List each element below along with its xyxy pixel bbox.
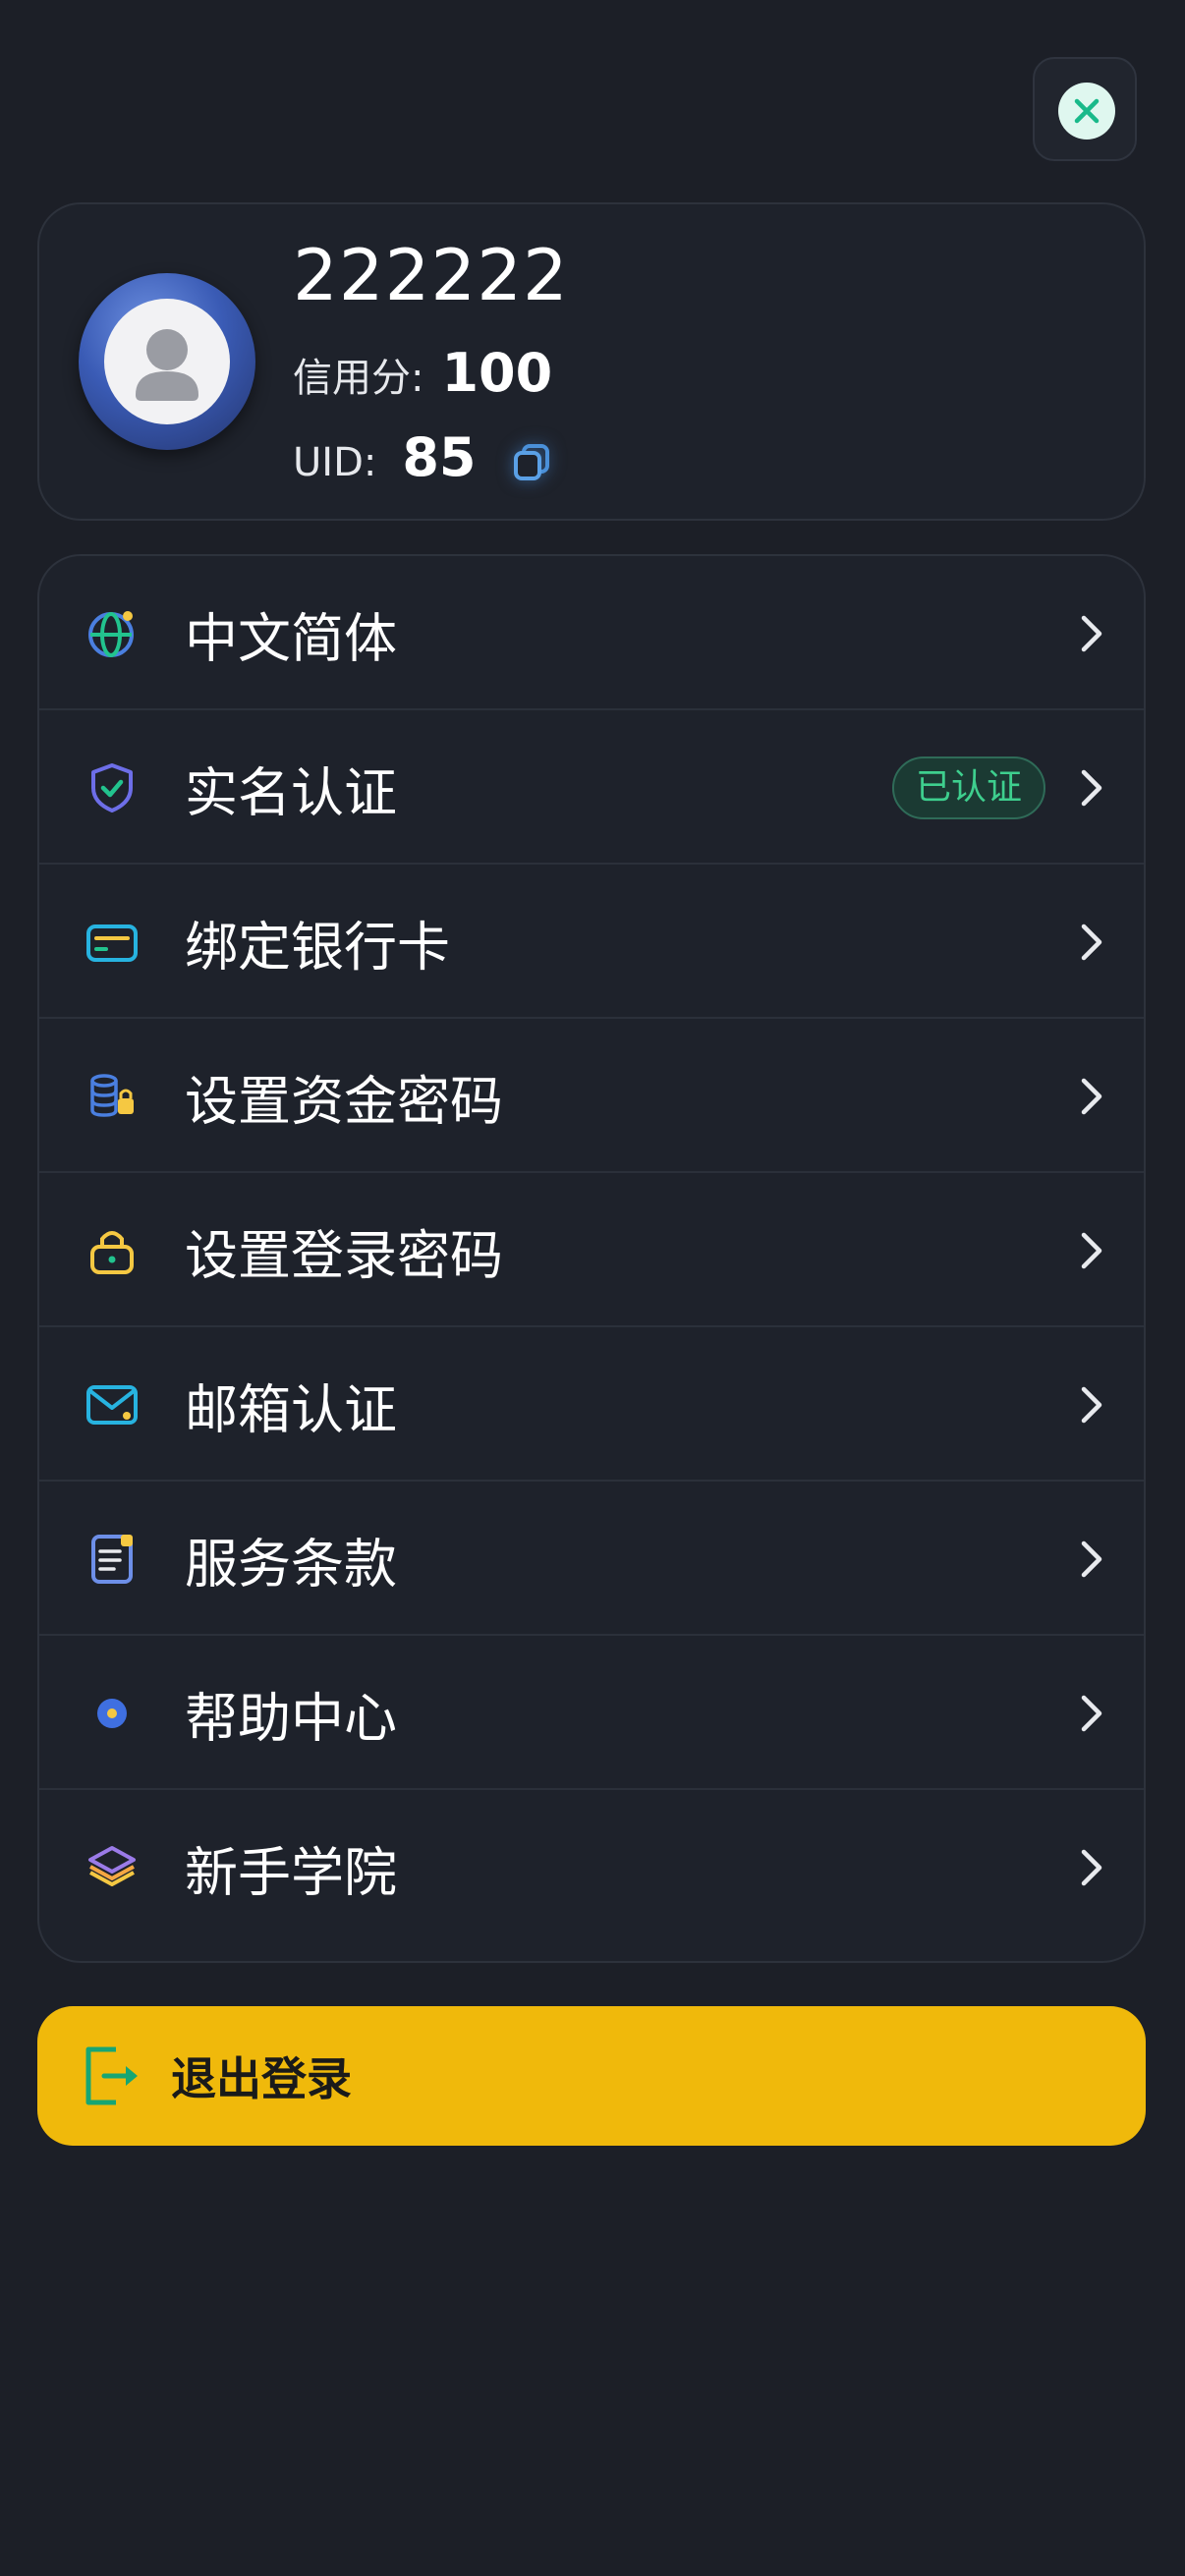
chevron-right-icon bbox=[1077, 919, 1106, 966]
copy-icon[interactable] bbox=[510, 440, 553, 483]
credit-value: 100 bbox=[441, 342, 553, 404]
uid-value: 85 bbox=[402, 426, 477, 488]
menu-item-fund-password[interactable]: 设置资金密码 bbox=[39, 1019, 1144, 1173]
menu-item-email-verification[interactable]: 邮箱认证 bbox=[39, 1327, 1144, 1482]
avatar bbox=[79, 273, 255, 450]
chevron-right-icon bbox=[1077, 764, 1106, 812]
menu-label-bind-bank-card: 绑定银行卡 bbox=[185, 916, 450, 978]
menu-label-fund-password: 设置资金密码 bbox=[185, 1070, 503, 1132]
menu-label-language: 中文简体 bbox=[185, 607, 397, 669]
globe-icon bbox=[85, 606, 140, 661]
chevron-right-icon bbox=[1077, 1536, 1106, 1583]
mail-icon bbox=[85, 1377, 140, 1432]
menu-label-identity-verification: 实名认证 bbox=[185, 761, 397, 823]
uid-row: UID: 85 bbox=[293, 426, 553, 488]
close-icon bbox=[1058, 83, 1115, 140]
menu-item-login-password[interactable]: 设置登录密码 bbox=[39, 1173, 1144, 1327]
menu-label-email-verification: 邮箱认证 bbox=[185, 1378, 397, 1440]
chevron-right-icon bbox=[1077, 1073, 1106, 1120]
username: 222222 bbox=[293, 234, 569, 316]
uid-label: UID: bbox=[293, 440, 377, 485]
menu-label-terms-of-service: 服务条款 bbox=[185, 1533, 397, 1595]
verified-badge: 已认证 bbox=[892, 756, 1045, 819]
menu-item-bind-bank-card[interactable]: 绑定银行卡 bbox=[39, 865, 1144, 1019]
logout-label: 退出登录 bbox=[171, 2052, 352, 2105]
menu-label-login-password: 设置登录密码 bbox=[185, 1224, 503, 1286]
menu-item-beginner-academy[interactable]: 新手学院 bbox=[39, 1790, 1144, 1944]
bank-card-icon bbox=[85, 915, 140, 970]
shield-check-icon bbox=[85, 760, 140, 815]
chevron-right-icon bbox=[1077, 1227, 1106, 1274]
layers-icon bbox=[85, 1840, 140, 1895]
profile-card: 222222 信用分: 100 UID: 85 bbox=[37, 202, 1146, 521]
menu-item-language[interactable]: 中文简体 bbox=[39, 556, 1144, 710]
menu-label-help-center: 帮助中心 bbox=[185, 1687, 397, 1749]
chevron-right-icon bbox=[1077, 610, 1106, 657]
user-silhouette-icon bbox=[104, 299, 230, 424]
document-icon bbox=[85, 1532, 140, 1587]
menu-item-identity-verification[interactable]: 实名认证 已认证 bbox=[39, 710, 1144, 865]
credit-label: 信用分: bbox=[293, 356, 424, 401]
lock-icon bbox=[85, 1223, 140, 1278]
menu-label-beginner-academy: 新手学院 bbox=[185, 1841, 397, 1903]
menu-item-help-center[interactable]: 帮助中心 bbox=[39, 1636, 1144, 1790]
logout-icon bbox=[83, 2045, 143, 2106]
close-button[interactable] bbox=[1033, 57, 1137, 161]
logout-button[interactable]: 退出登录 bbox=[37, 2006, 1146, 2146]
fund-lock-icon bbox=[85, 1069, 140, 1124]
menu-item-terms-of-service[interactable]: 服务条款 bbox=[39, 1482, 1144, 1636]
credit-score-row: 信用分: 100 bbox=[293, 342, 552, 404]
settings-menu: 中文简体 实名认证 已认证 绑定银行卡 设置资金密码 设置登录密码 邮箱认证 服… bbox=[37, 554, 1146, 1963]
chevron-right-icon bbox=[1077, 1690, 1106, 1737]
help-dot-icon bbox=[85, 1686, 140, 1741]
chevron-right-icon bbox=[1077, 1381, 1106, 1428]
chevron-right-icon bbox=[1077, 1844, 1106, 1891]
